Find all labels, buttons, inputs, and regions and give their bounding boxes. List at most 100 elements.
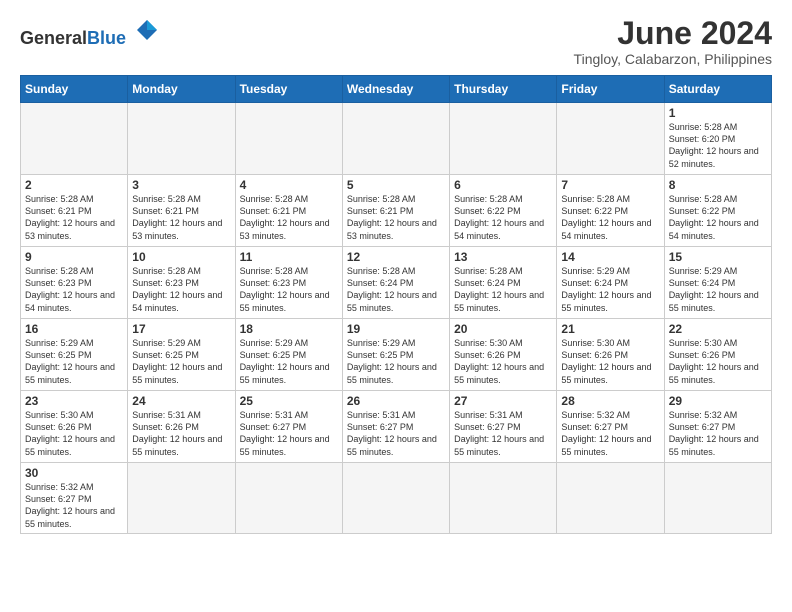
day-info: Sunrise: 5:30 AMSunset: 6:26 PMDaylight:… — [454, 337, 552, 386]
day-info: Sunrise: 5:29 AMSunset: 6:25 PMDaylight:… — [25, 337, 123, 386]
calendar-cell — [128, 463, 235, 534]
calendar-cell — [235, 103, 342, 175]
calendar-cell: 29Sunrise: 5:32 AMSunset: 6:27 PMDayligh… — [664, 391, 771, 463]
calendar-cell: 6Sunrise: 5:28 AMSunset: 6:22 PMDaylight… — [450, 175, 557, 247]
calendar-cell: 2Sunrise: 5:28 AMSunset: 6:21 PMDaylight… — [21, 175, 128, 247]
day-number: 1 — [669, 106, 767, 120]
day-number: 8 — [669, 178, 767, 192]
weekday-header-sunday: Sunday — [21, 76, 128, 103]
title-block: June 2024 Tingloy, Calabarzon, Philippin… — [574, 16, 772, 67]
day-info: Sunrise: 5:30 AMSunset: 6:26 PMDaylight:… — [561, 337, 659, 386]
month-title: June 2024 — [574, 16, 772, 51]
calendar-week-3: 9Sunrise: 5:28 AMSunset: 6:23 PMDaylight… — [21, 247, 772, 319]
calendar-cell: 3Sunrise: 5:28 AMSunset: 6:21 PMDaylight… — [128, 175, 235, 247]
calendar-cell: 15Sunrise: 5:29 AMSunset: 6:24 PMDayligh… — [664, 247, 771, 319]
day-number: 7 — [561, 178, 659, 192]
day-info: Sunrise: 5:32 AMSunset: 6:27 PMDaylight:… — [561, 409, 659, 458]
calendar-cell — [128, 103, 235, 175]
calendar-week-2: 2Sunrise: 5:28 AMSunset: 6:21 PMDaylight… — [21, 175, 772, 247]
logo-icon — [133, 16, 161, 44]
day-number: 14 — [561, 250, 659, 264]
day-number: 20 — [454, 322, 552, 336]
calendar-cell — [450, 463, 557, 534]
calendar-cell: 14Sunrise: 5:29 AMSunset: 6:24 PMDayligh… — [557, 247, 664, 319]
day-number: 5 — [347, 178, 445, 192]
calendar-header: SundayMondayTuesdayWednesdayThursdayFrid… — [21, 76, 772, 103]
calendar-cell: 28Sunrise: 5:32 AMSunset: 6:27 PMDayligh… — [557, 391, 664, 463]
day-info: Sunrise: 5:28 AMSunset: 6:20 PMDaylight:… — [669, 121, 767, 170]
logo-text: GeneralBlue — [20, 28, 126, 48]
day-number: 11 — [240, 250, 338, 264]
day-number: 18 — [240, 322, 338, 336]
weekday-header-friday: Friday — [557, 76, 664, 103]
day-info: Sunrise: 5:28 AMSunset: 6:21 PMDaylight:… — [132, 193, 230, 242]
day-info: Sunrise: 5:29 AMSunset: 6:25 PMDaylight:… — [240, 337, 338, 386]
day-info: Sunrise: 5:31 AMSunset: 6:27 PMDaylight:… — [454, 409, 552, 458]
calendar-cell — [21, 103, 128, 175]
calendar-week-6: 30Sunrise: 5:32 AMSunset: 6:27 PMDayligh… — [21, 463, 772, 534]
day-number: 25 — [240, 394, 338, 408]
day-number: 10 — [132, 250, 230, 264]
calendar-table: SundayMondayTuesdayWednesdayThursdayFrid… — [20, 75, 772, 534]
calendar-cell: 9Sunrise: 5:28 AMSunset: 6:23 PMDaylight… — [21, 247, 128, 319]
day-info: Sunrise: 5:28 AMSunset: 6:24 PMDaylight:… — [454, 265, 552, 314]
calendar-cell: 16Sunrise: 5:29 AMSunset: 6:25 PMDayligh… — [21, 319, 128, 391]
calendar-cell: 8Sunrise: 5:28 AMSunset: 6:22 PMDaylight… — [664, 175, 771, 247]
day-number: 27 — [454, 394, 552, 408]
calendar-cell: 20Sunrise: 5:30 AMSunset: 6:26 PMDayligh… — [450, 319, 557, 391]
day-info: Sunrise: 5:28 AMSunset: 6:21 PMDaylight:… — [347, 193, 445, 242]
weekday-header-monday: Monday — [128, 76, 235, 103]
calendar-cell: 5Sunrise: 5:28 AMSunset: 6:21 PMDaylight… — [342, 175, 449, 247]
page-header: GeneralBlue June 2024 Tingloy, Calabarzo… — [20, 16, 772, 67]
day-number: 23 — [25, 394, 123, 408]
calendar-cell — [450, 103, 557, 175]
weekday-header-tuesday: Tuesday — [235, 76, 342, 103]
calendar-cell: 24Sunrise: 5:31 AMSunset: 6:26 PMDayligh… — [128, 391, 235, 463]
day-info: Sunrise: 5:28 AMSunset: 6:22 PMDaylight:… — [561, 193, 659, 242]
day-info: Sunrise: 5:28 AMSunset: 6:22 PMDaylight:… — [454, 193, 552, 242]
calendar-cell: 22Sunrise: 5:30 AMSunset: 6:26 PMDayligh… — [664, 319, 771, 391]
day-info: Sunrise: 5:28 AMSunset: 6:22 PMDaylight:… — [669, 193, 767, 242]
day-number: 30 — [25, 466, 123, 480]
day-number: 16 — [25, 322, 123, 336]
calendar-week-1: 1Sunrise: 5:28 AMSunset: 6:20 PMDaylight… — [21, 103, 772, 175]
calendar-cell: 13Sunrise: 5:28 AMSunset: 6:24 PMDayligh… — [450, 247, 557, 319]
day-number: 2 — [25, 178, 123, 192]
weekday-header-thursday: Thursday — [450, 76, 557, 103]
day-number: 13 — [454, 250, 552, 264]
logo: GeneralBlue — [20, 16, 161, 49]
day-number: 26 — [347, 394, 445, 408]
day-number: 12 — [347, 250, 445, 264]
day-info: Sunrise: 5:29 AMSunset: 6:25 PMDaylight:… — [347, 337, 445, 386]
day-info: Sunrise: 5:28 AMSunset: 6:23 PMDaylight:… — [25, 265, 123, 314]
location: Tingloy, Calabarzon, Philippines — [574, 51, 772, 67]
calendar-cell: 4Sunrise: 5:28 AMSunset: 6:21 PMDaylight… — [235, 175, 342, 247]
day-number: 19 — [347, 322, 445, 336]
calendar-cell: 19Sunrise: 5:29 AMSunset: 6:25 PMDayligh… — [342, 319, 449, 391]
day-number: 17 — [132, 322, 230, 336]
day-info: Sunrise: 5:30 AMSunset: 6:26 PMDaylight:… — [669, 337, 767, 386]
calendar-cell — [664, 463, 771, 534]
calendar-cell: 17Sunrise: 5:29 AMSunset: 6:25 PMDayligh… — [128, 319, 235, 391]
calendar-cell: 11Sunrise: 5:28 AMSunset: 6:23 PMDayligh… — [235, 247, 342, 319]
calendar-week-5: 23Sunrise: 5:30 AMSunset: 6:26 PMDayligh… — [21, 391, 772, 463]
day-info: Sunrise: 5:28 AMSunset: 6:21 PMDaylight:… — [25, 193, 123, 242]
calendar-cell: 18Sunrise: 5:29 AMSunset: 6:25 PMDayligh… — [235, 319, 342, 391]
calendar-cell — [557, 463, 664, 534]
day-info: Sunrise: 5:28 AMSunset: 6:21 PMDaylight:… — [240, 193, 338, 242]
day-number: 24 — [132, 394, 230, 408]
day-info: Sunrise: 5:28 AMSunset: 6:23 PMDaylight:… — [132, 265, 230, 314]
day-number: 28 — [561, 394, 659, 408]
day-number: 4 — [240, 178, 338, 192]
day-number: 6 — [454, 178, 552, 192]
calendar-cell: 25Sunrise: 5:31 AMSunset: 6:27 PMDayligh… — [235, 391, 342, 463]
calendar-cell — [557, 103, 664, 175]
day-number: 21 — [561, 322, 659, 336]
calendar-cell: 27Sunrise: 5:31 AMSunset: 6:27 PMDayligh… — [450, 391, 557, 463]
day-number: 15 — [669, 250, 767, 264]
day-number: 22 — [669, 322, 767, 336]
day-info: Sunrise: 5:32 AMSunset: 6:27 PMDaylight:… — [25, 481, 123, 530]
day-info: Sunrise: 5:32 AMSunset: 6:27 PMDaylight:… — [669, 409, 767, 458]
calendar-cell: 12Sunrise: 5:28 AMSunset: 6:24 PMDayligh… — [342, 247, 449, 319]
calendar-week-4: 16Sunrise: 5:29 AMSunset: 6:25 PMDayligh… — [21, 319, 772, 391]
